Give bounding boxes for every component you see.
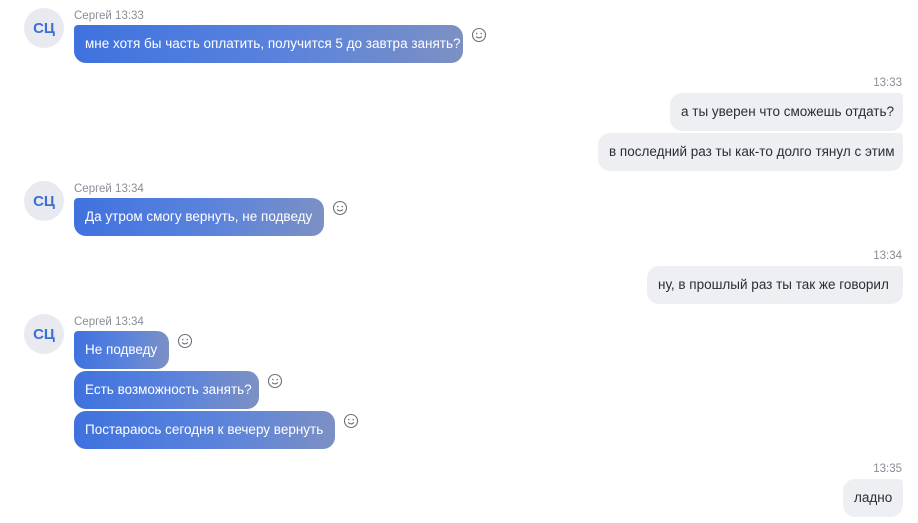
outgoing-message[interactable]: в последний раз ты как-то долго тянул с … <box>598 133 903 171</box>
outgoing-message[interactable]: а ты уверен что сможешь отдать? <box>670 93 903 131</box>
smile-icon[interactable] <box>471 27 487 43</box>
smile-icon[interactable] <box>343 413 359 429</box>
outgoing-message[interactable]: ну, в прошлый раз ты так же говорил <box>647 266 903 304</box>
smile-icon[interactable] <box>267 373 283 389</box>
sender-avatar[interactable]: СЦ <box>24 181 64 221</box>
message-meta: Сергей 13:34 <box>74 316 144 328</box>
sender-avatar[interactable]: СЦ <box>24 8 64 48</box>
smile-icon[interactable] <box>177 333 193 349</box>
outgoing-message[interactable]: ладно <box>843 479 903 517</box>
incoming-message[interactable]: мне хотя бы часть оплатить, получится 5 … <box>74 25 463 63</box>
incoming-message[interactable]: Постараюсь сегодня к вечеру вернуть <box>74 411 335 449</box>
sender-avatar[interactable]: СЦ <box>24 314 64 354</box>
message-time: 13:33 <box>873 77 902 89</box>
message-time: 13:35 <box>873 463 902 475</box>
smile-icon[interactable] <box>332 200 348 216</box>
message-meta: Сергей 13:33 <box>74 10 144 22</box>
incoming-message[interactable]: Есть возможность занять? <box>74 371 259 409</box>
message-meta: Сергей 13:34 <box>74 183 144 195</box>
incoming-message[interactable]: Не подведу <box>74 331 169 369</box>
incoming-message[interactable]: Да утром смогу вернуть, не подведу <box>74 198 324 236</box>
message-time: 13:34 <box>873 250 902 262</box>
